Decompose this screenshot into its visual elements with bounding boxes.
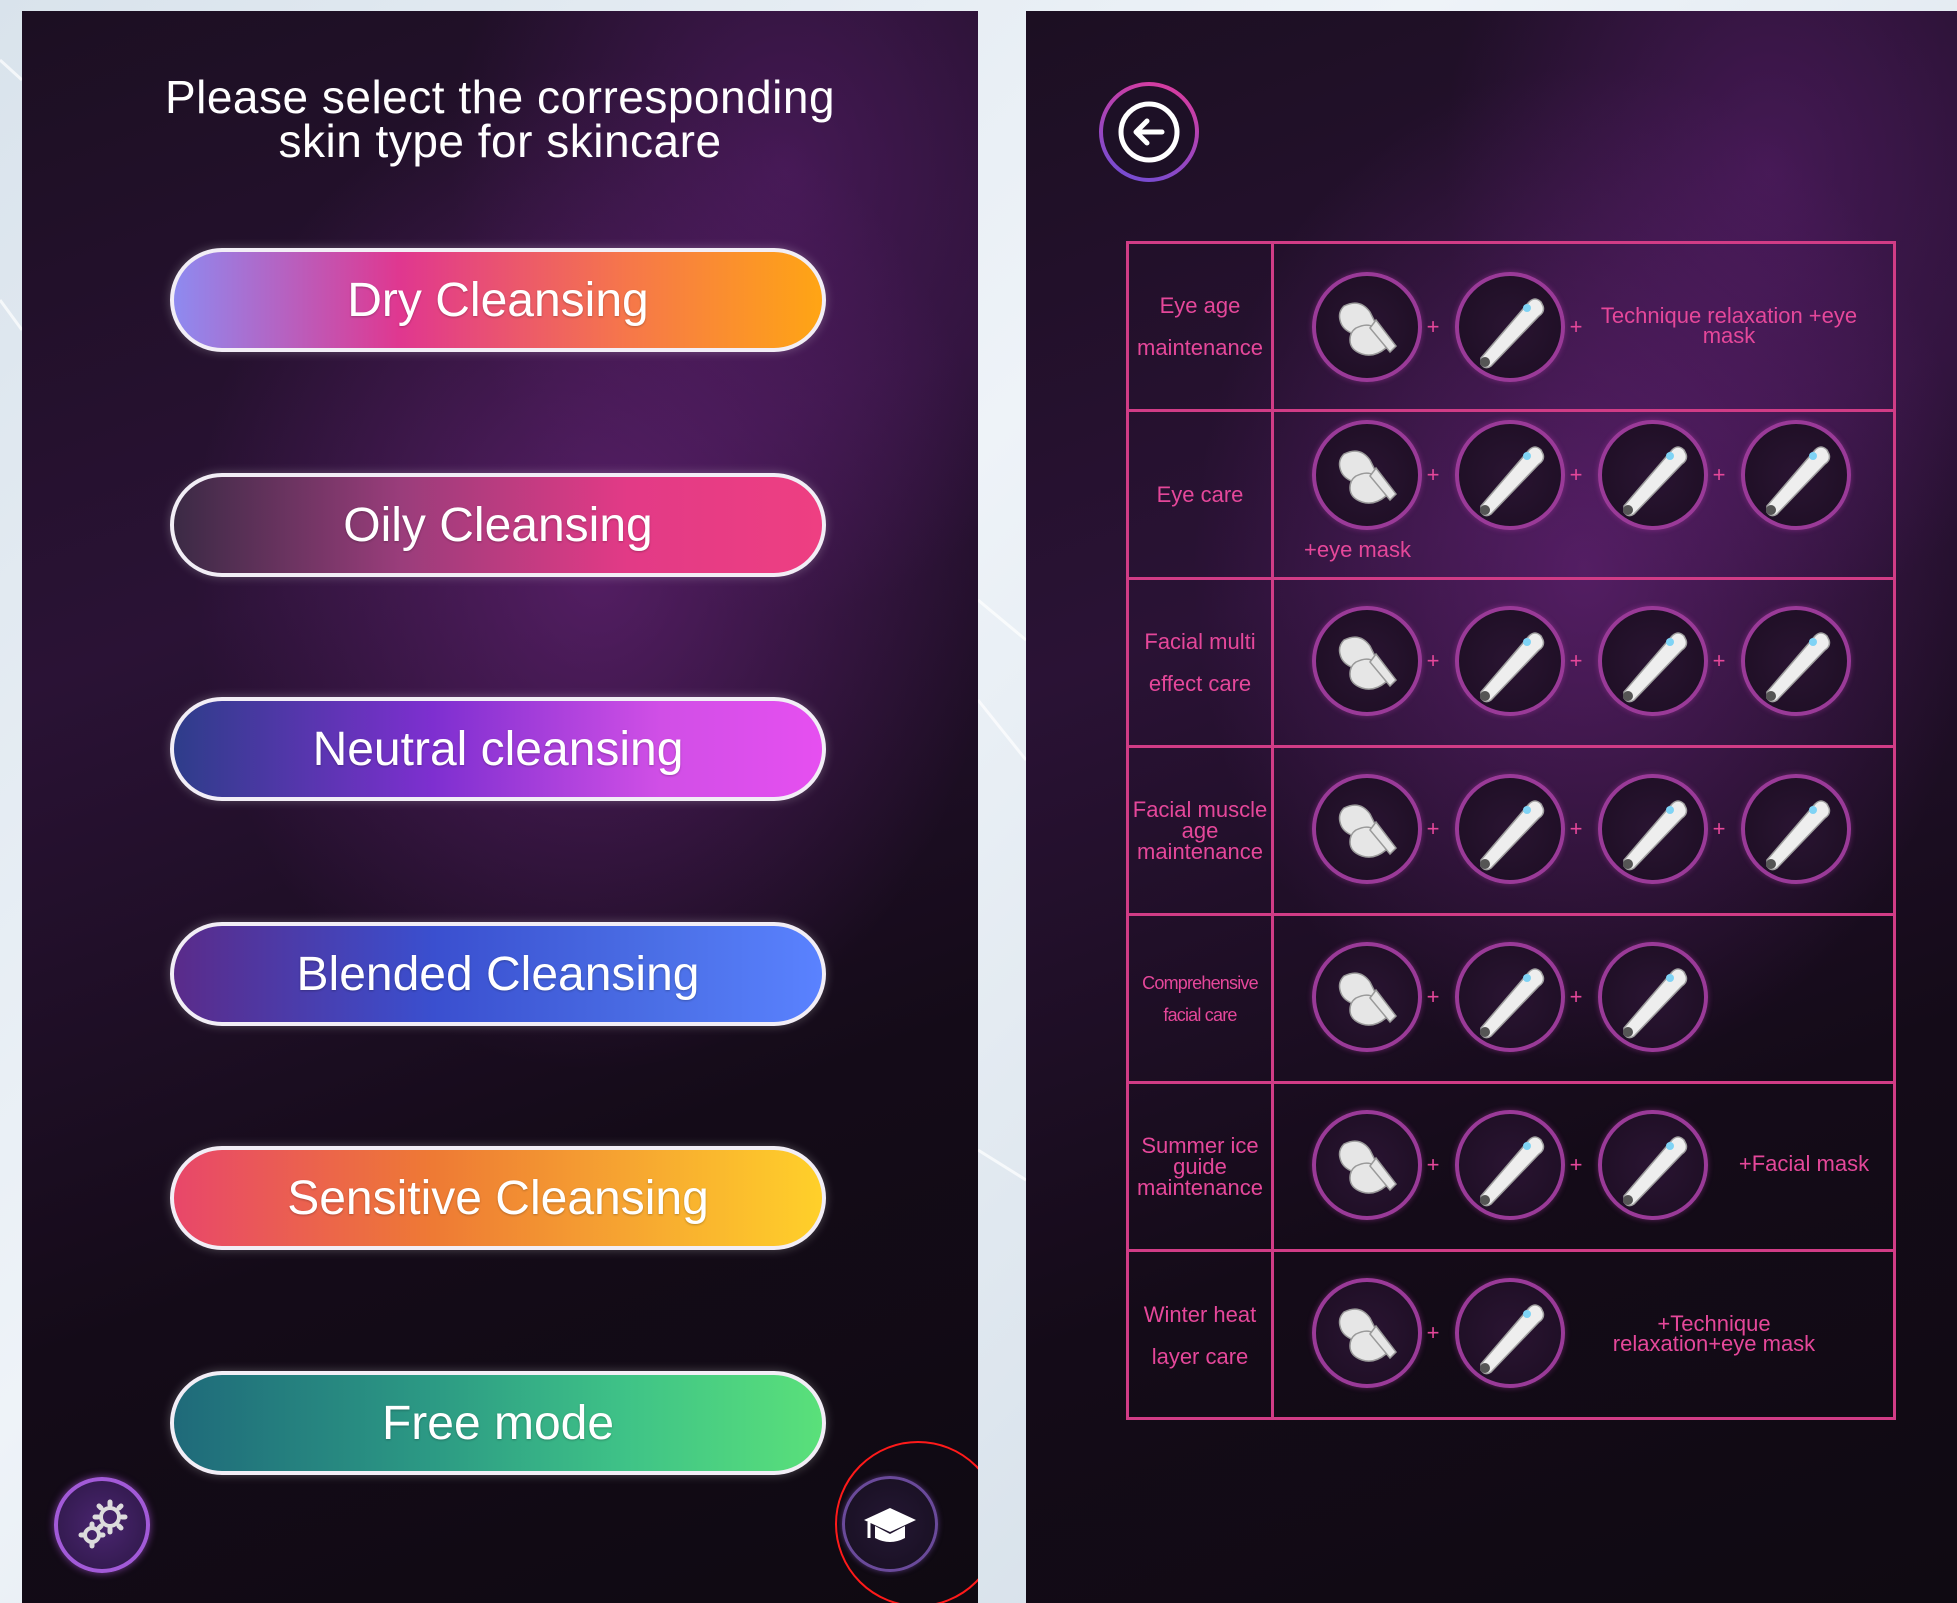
care-program-table: Eye age maintenance + + Technique relaxa… [1126,241,1896,1420]
program-tools: + +Technique relaxation+eye mask [1274,1252,1893,1420]
title-line-2: skin type for skincare [278,115,722,167]
program-note: +Facial mask [1738,1151,1870,1176]
skin-type-screen: Please select the corresponding skin typ… [22,11,978,1603]
program-name: Eye care [1129,412,1274,577]
program-row-facial-muscle-age-maintenance[interactable]: Facial muscle age maintenance + + + [1129,748,1893,916]
wand-tool-icon [1598,606,1708,716]
wand-tool-icon [1455,1278,1565,1388]
program-row-eye-age-maintenance[interactable]: Eye age maintenance + + Technique relaxa… [1129,244,1893,412]
program-note: +Technique relaxation+eye mask [1612,1311,1816,1356]
program-note: Technique relaxation +eye mask [1600,303,1858,348]
twin-roller-tool-icon [1312,1278,1422,1388]
wand-tool-icon [1741,774,1851,884]
plus-sign: + [1426,648,1440,673]
program-tools: + + [1274,916,1893,1081]
plus-sign: + [1569,1152,1583,1177]
twin-roller-tool-icon [1312,1110,1422,1220]
wand-tool-icon [1455,774,1565,884]
twin-roller-tool-icon [1312,420,1422,530]
wand-tool-icon [1598,1110,1708,1220]
program-tools: + + + [1274,748,1893,913]
wand-tool-icon [1598,774,1708,884]
program-name: Facial multi effect care [1129,580,1274,745]
plus-sign: + [1569,462,1583,487]
twin-roller-tool-icon [1312,774,1422,884]
program-name: Facial muscle age maintenance [1129,748,1274,913]
program-name: Comprehensive facial care [1129,916,1274,1081]
program-tools: + + + +eye mask [1274,412,1893,577]
care-programs-screen: Eye age maintenance + + Technique relaxa… [1026,11,1957,1603]
plus-sign: + [1569,984,1583,1009]
settings-button[interactable] [54,1477,150,1573]
program-row-comprehensive-facial-care[interactable]: Comprehensive facial care + + [1129,916,1893,1084]
wand-tool-icon [1741,420,1851,530]
blended-cleansing-button[interactable]: Blended Cleansing [170,922,826,1026]
wand-tool-icon [1598,420,1708,530]
dry-cleansing-button[interactable]: Dry Cleansing [170,248,826,352]
plus-sign: + [1569,648,1583,673]
wand-tool-icon [1455,272,1565,382]
program-name: Eye age maintenance [1129,244,1274,409]
program-tools: + + + [1274,580,1893,745]
neutral-cleansing-button[interactable]: Neutral cleansing [170,697,826,801]
wand-tool-icon [1455,606,1565,716]
plus-sign: + [1426,462,1440,487]
free-mode-button[interactable]: Free mode [170,1371,826,1475]
plus-sign: + [1426,984,1440,1009]
program-tools: + + Technique relaxation +eye mask [1274,244,1893,409]
program-name: Winter heat layer care [1129,1252,1274,1420]
back-arrow-icon [1118,101,1180,163]
title-line-1: Please select the corresponding [164,71,836,123]
twin-roller-tool-icon [1312,606,1422,716]
program-row-eye-care[interactable]: Eye care + + + +eye mask [1129,412,1893,580]
wand-tool-icon [1598,942,1708,1052]
program-row-summer-ice-guide-maintenance[interactable]: Summer ice guide maintenance + + +Facial… [1129,1084,1893,1252]
highlight-annotation-circle [835,1441,978,1603]
plus-sign: + [1569,314,1583,339]
program-row-facial-multi-effect-care[interactable]: Facial multi effect care + + + [1129,580,1893,748]
plus-sign: + [1712,648,1726,673]
wand-tool-icon [1455,420,1565,530]
sensitive-cleansing-button[interactable]: Sensitive Cleansing [170,1146,826,1250]
oily-cleansing-button[interactable]: Oily Cleansing [170,473,826,577]
page-title: Please select the corresponding skin typ… [22,71,978,167]
program-name: Summer ice guide maintenance [1129,1084,1274,1249]
plus-sign: + [1712,462,1726,487]
wand-tool-icon [1741,606,1851,716]
wand-tool-icon [1455,1110,1565,1220]
plus-sign: + [1426,314,1440,339]
wand-tool-icon [1455,942,1565,1052]
back-button[interactable] [1099,82,1199,182]
gears-icon [78,1499,128,1549]
program-note: +eye mask [1304,537,1411,562]
twin-roller-tool-icon [1312,942,1422,1052]
plus-sign: + [1426,1320,1440,1345]
program-tools: + + +Facial mask [1274,1084,1893,1249]
program-row-winter-heat-layer-care[interactable]: Winter heat layer care + +Technique rela… [1129,1252,1893,1420]
plus-sign: + [1426,1152,1440,1177]
plus-sign: + [1712,816,1726,841]
twin-roller-tool-icon [1312,272,1422,382]
plus-sign: + [1426,816,1440,841]
plus-sign: + [1569,816,1583,841]
